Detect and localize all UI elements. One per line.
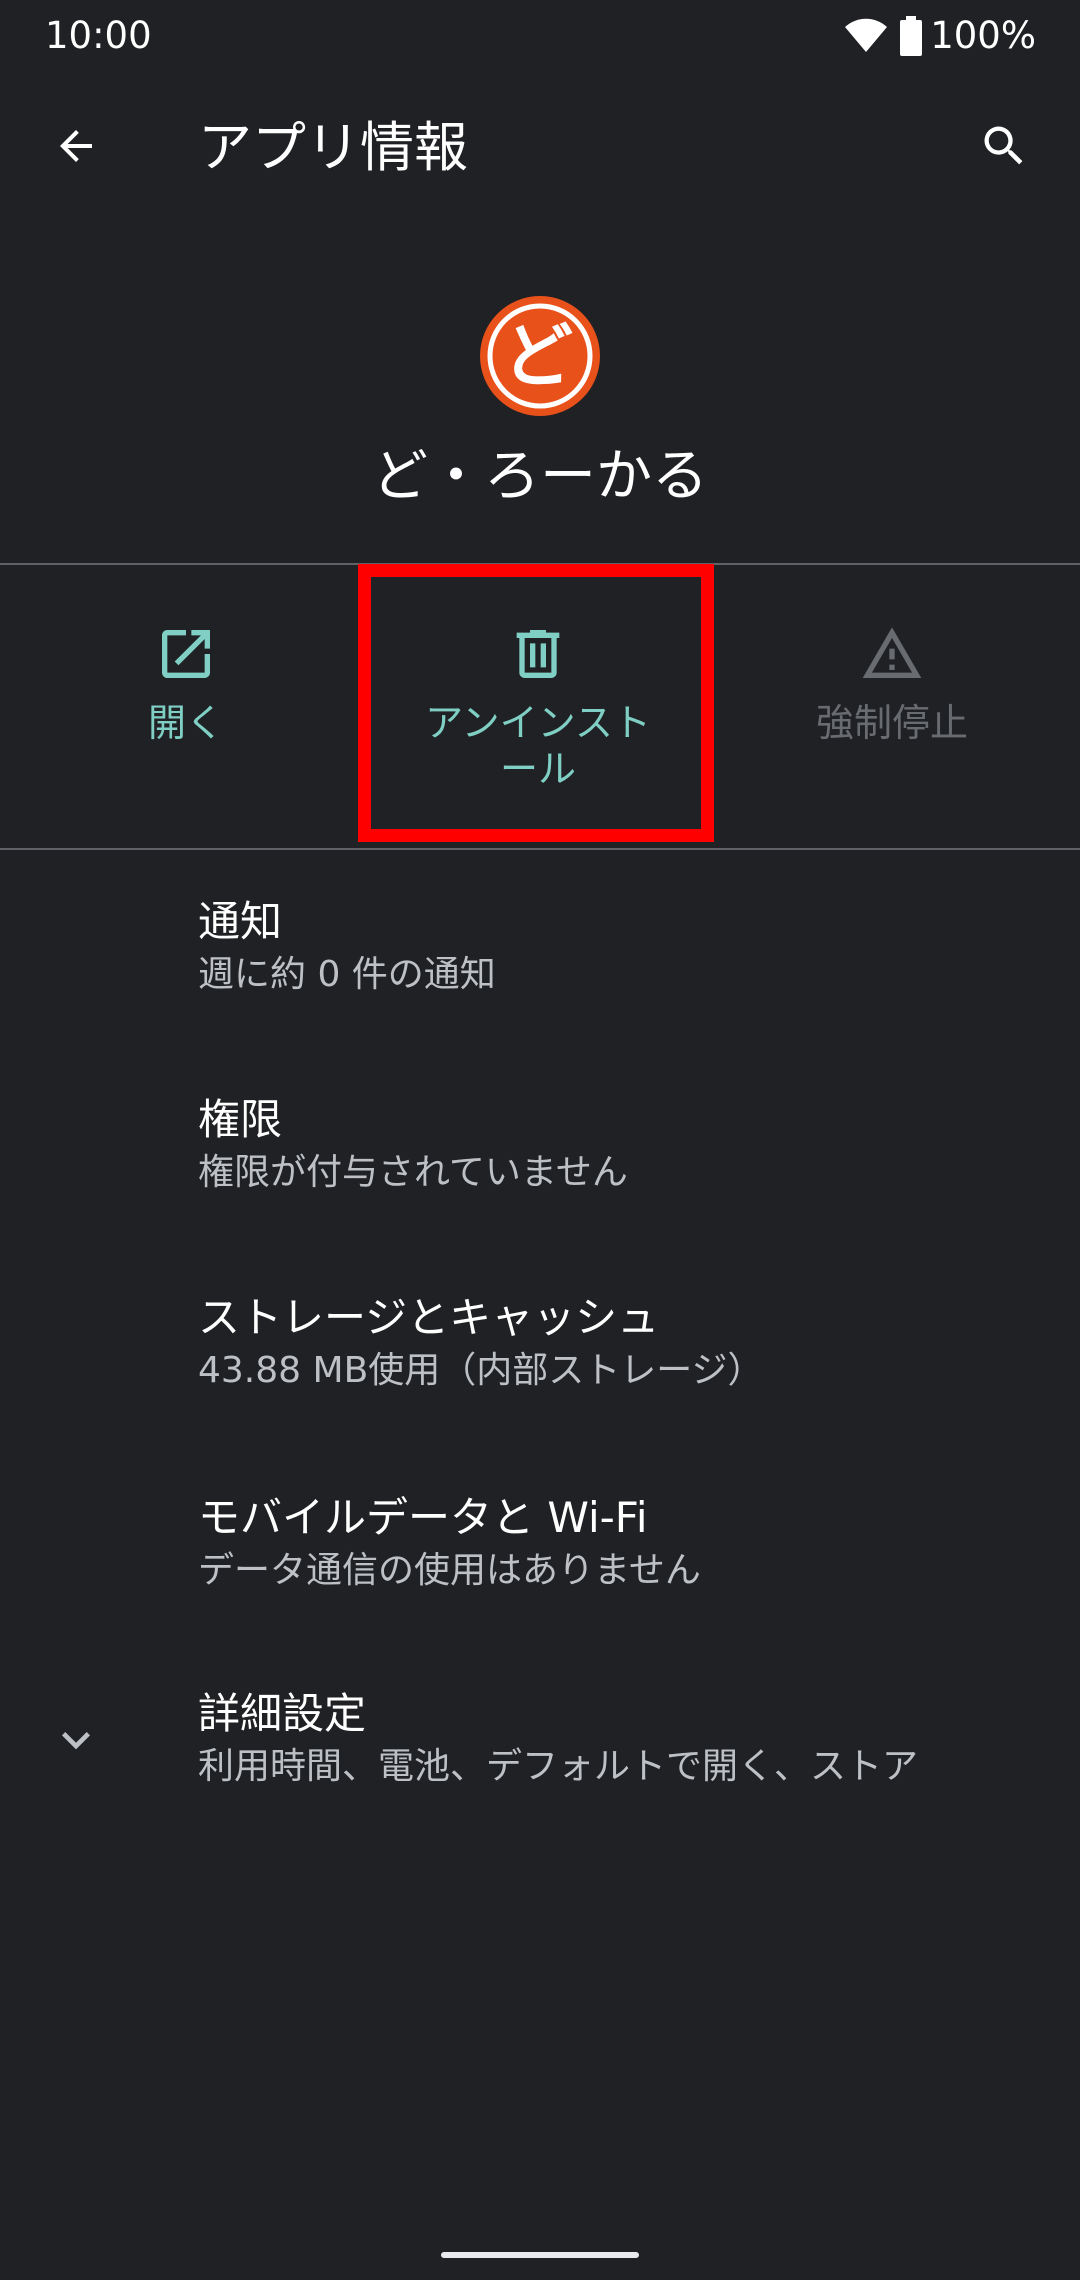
back-button[interactable] — [40, 112, 112, 184]
battery-icon — [900, 16, 923, 56]
settings-item-title: 詳細設定 — [198, 1689, 367, 1738]
settings-item-title: モバイルデータと Wi-Fi — [198, 1493, 648, 1542]
delete-icon — [506, 622, 570, 686]
action-buttons: 開く アンインストール 強制停止 — [0, 566, 1080, 848]
chevron-down-icon — [48, 1712, 104, 1768]
settings-item-summary: 週に約 0 件の通知 — [198, 954, 496, 995]
app-icon-glyph: ど — [503, 315, 573, 397]
open-in-new-icon — [154, 622, 218, 686]
uninstall-button[interactable]: アンインストール — [360, 566, 716, 848]
settings-item-storage[interactable]: ストレージとキャッシュ 43.88 MB使用（内部ストレージ） — [0, 1278, 1080, 1476]
force-stop-button-label: 強制停止 — [815, 701, 968, 745]
page-title: アプリ情報 — [198, 116, 468, 179]
app-icon: ど — [480, 296, 600, 416]
gesture-nav-handle[interactable] — [441, 2252, 639, 2258]
arrow-back-icon — [52, 122, 100, 174]
settings-item-advanced[interactable]: 詳細設定 利用時間、電池、デフォルトで開く、ストア — [0, 1674, 1080, 1872]
settings-item-notifications[interactable]: 通知 週に約 0 件の通知 — [0, 882, 1080, 1080]
warning-icon — [860, 622, 924, 686]
settings-item-title: 権限 — [198, 1095, 283, 1144]
divider-top — [0, 563, 1080, 565]
force-stop-button[interactable]: 強制停止 — [714, 566, 1070, 848]
status-icons: 100% — [844, 12, 1036, 60]
open-button-label: 開く — [147, 701, 224, 745]
settings-item-permissions[interactable]: 権限 権限が付与されていません — [0, 1080, 1080, 1278]
search-icon — [978, 120, 1030, 176]
settings-item-summary: 権限が付与されていません — [198, 1152, 628, 1193]
status-bar: 10:00 100% — [0, 0, 1080, 72]
settings-item-summary: 43.88 MB使用（内部ストレージ） — [198, 1350, 764, 1391]
open-button[interactable]: 開く — [8, 566, 364, 848]
search-button[interactable] — [968, 112, 1040, 184]
settings-item-summary: 利用時間、電池、デフォルトで開く、ストア — [198, 1746, 919, 1787]
divider-bottom — [0, 848, 1080, 850]
settings-item-title: 通知 — [198, 897, 283, 946]
settings-item-title: ストレージとキャッシュ — [198, 1293, 660, 1342]
settings-item-summary: データ通信の使用はありません — [198, 1550, 701, 1591]
uninstall-button-label: アンインストール — [425, 701, 651, 791]
settings-item-mobile-data[interactable]: モバイルデータと Wi-Fi データ通信の使用はありません — [0, 1478, 1080, 1676]
battery-level: 100% — [930, 14, 1036, 57]
wifi-icon — [844, 18, 888, 54]
app-name: ど・ろーかる — [372, 444, 708, 509]
status-time: 10:00 — [45, 14, 152, 57]
app-bar: アプリ情報 — [0, 92, 1080, 204]
